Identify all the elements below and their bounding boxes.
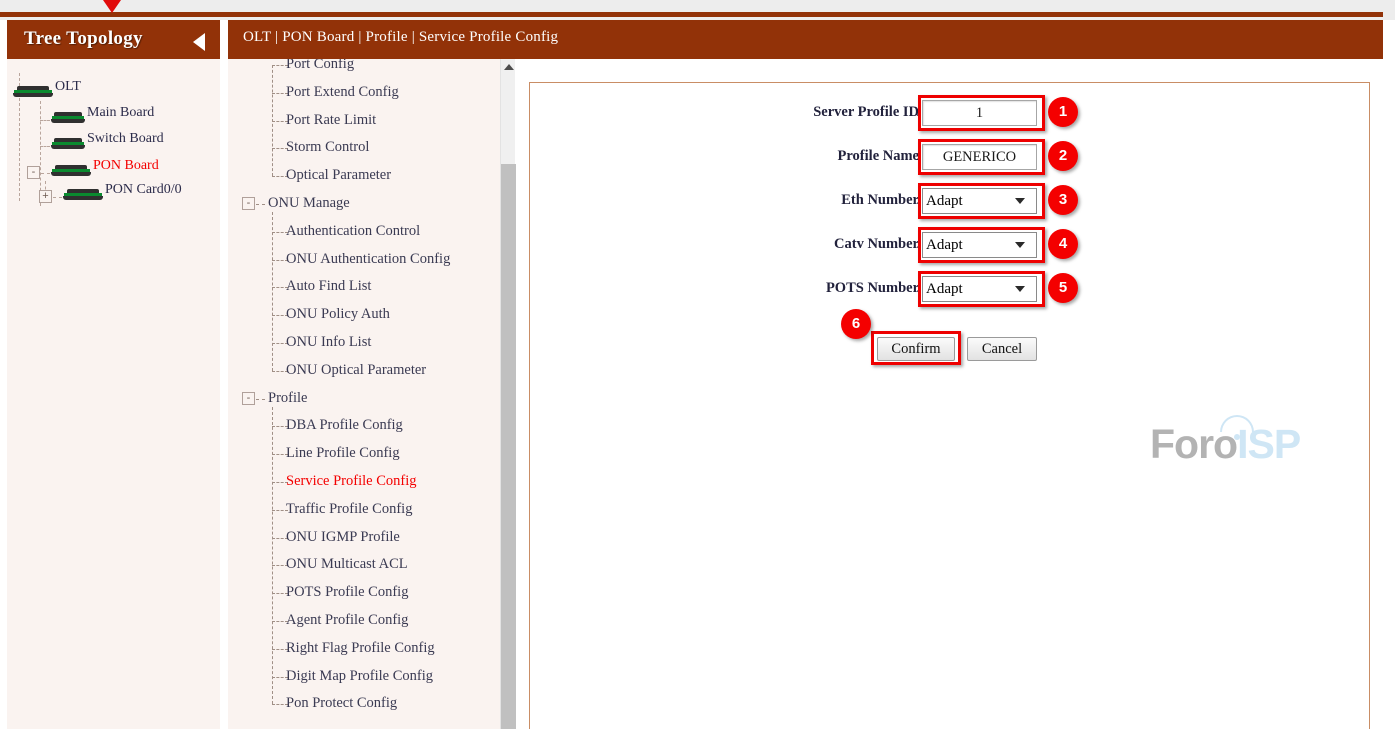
nav-spine [272, 65, 273, 177]
tree-node-pon-board[interactable]: PON Board [51, 158, 159, 183]
breadcrumb: OLT | PON Board | Profile | Service Prof… [243, 29, 559, 45]
foroisp-watermark: ForoISP [1150, 415, 1310, 469]
step-badge-1: 1 [1048, 97, 1078, 127]
navigation-menu-panel: Port Config Port Extend Config Port Rate L… [228, 59, 512, 729]
cursor-arrow-icon [103, 0, 121, 13]
nav-item-auto-find-list[interactable]: Auto Find List [286, 278, 371, 295]
cancel-button[interactable]: Cancel [967, 337, 1037, 361]
nav-item-port-extend-config[interactable]: Port Extend Config [286, 84, 399, 101]
tree-node-label: OLT [55, 79, 81, 94]
tree-connector [40, 120, 50, 121]
tree-node-switch-board[interactable]: Switch Board [51, 131, 164, 156]
triangle-left-icon[interactable] [193, 33, 205, 51]
board-icon [51, 137, 85, 150]
nav-item-onu-policy-auth[interactable]: ONU Policy Auth [286, 306, 390, 323]
input-profile-name[interactable] [922, 144, 1037, 170]
step-badge-4: 4 [1048, 229, 1078, 259]
form-row-catv-number: Catv Number: Adapt 4 [530, 227, 1130, 263]
nav-connector [256, 398, 265, 400]
tree-topology-panel: Tree Topology OLT Main Board Switch Boar… [7, 20, 220, 729]
step-badge-3: 3 [1048, 185, 1078, 215]
step-badge-2: 2 [1048, 141, 1078, 171]
nav-item-dba-profile-config[interactable]: DBA Profile Config [286, 417, 403, 434]
nav-item-onu-multicast-acl[interactable]: ONU Multicast ACL [286, 556, 408, 573]
nav-item-port-rate-limit[interactable]: Port Rate Limit [286, 112, 376, 129]
top-accent-bar [0, 12, 1383, 17]
form-row-pots-number: POTS Number: Adapt 5 [530, 271, 1130, 307]
tree-node-pon-card[interactable]: PON Card0/0 [63, 182, 182, 207]
nav-item-onu-optical-parameter[interactable]: ONU Optical Parameter [286, 362, 426, 379]
nav-item-optical-parameter[interactable]: Optical Parameter [286, 167, 391, 184]
top-strip-area [0, 0, 1395, 20]
wifi-arc-icon [1220, 415, 1254, 432]
step-badge-6: 6 [841, 309, 871, 339]
wifi-dot-icon [1234, 434, 1240, 440]
tree-expander-pon-card[interactable]: + [39, 190, 52, 203]
nav-spine [272, 212, 273, 371]
tree-expander-pon-board[interactable]: - [27, 166, 40, 179]
nav-expander-onu-manage[interactable]: - [242, 197, 255, 210]
tree-connector [40, 146, 50, 147]
nav-item-port-config[interactable]: Port Config [286, 59, 354, 73]
board-icon [51, 164, 91, 177]
tree-node-label: Switch Board [87, 131, 164, 146]
tree-node-main-board[interactable]: Main Board [51, 105, 154, 130]
nav-item-service-profile-config[interactable]: Service Profile Config [286, 473, 416, 490]
nav-item-agent-profile-config[interactable]: Agent Profile Config [286, 612, 408, 629]
main-header-bar: OLT | PON Board | Profile | Service Prof… [228, 20, 1383, 59]
select-catv-number[interactable]: Adapt [922, 232, 1037, 258]
nav-item-onu-authentication-config[interactable]: ONU Authentication Config [286, 251, 450, 268]
select-pots-number[interactable]: Adapt [922, 276, 1037, 302]
tree-topology-header: Tree Topology [7, 20, 220, 59]
nav-item-pots-profile-config[interactable]: POTS Profile Config [286, 584, 408, 601]
label-catv-number: Catv Number [834, 236, 919, 252]
nav-expander-profile[interactable]: - [242, 391, 255, 405]
nav-group-profile[interactable]: Profile [268, 390, 307, 407]
nav-item-storm-control[interactable]: Storm Control [286, 139, 369, 156]
nav-item-onu-igmp-profile[interactable]: ONU IGMP Profile [286, 529, 400, 546]
nav-connector [256, 204, 265, 205]
tree-node-label: PON Board [93, 158, 159, 173]
form-row-server-profile-id: Server Profile ID:1 [530, 95, 1130, 131]
nav-spine [272, 406, 273, 705]
tree-connector [53, 197, 62, 198]
nav-item-digit-map-profile-config[interactable]: Digit Map Profile Config [286, 668, 433, 685]
board-icon [51, 111, 85, 124]
label-server-profile-id: Server Profile ID [813, 104, 919, 120]
triangle-up-icon[interactable] [504, 64, 514, 70]
confirm-button[interactable]: Confirm [877, 337, 955, 361]
form-row-profile-name: Profile Name:2 [530, 139, 1130, 175]
tree-node-label: Main Board [87, 105, 155, 120]
nav-item-line-profile-config[interactable]: Line Profile Config [286, 445, 400, 462]
label-pots-number: POTS Number [825, 280, 919, 296]
board-icon [63, 188, 103, 201]
nav-item-right-flag-profile-config[interactable]: Right Flag Profile Config [286, 640, 435, 657]
nav-item-traffic-profile-config[interactable]: Traffic Profile Config [286, 501, 412, 518]
tree-connector [41, 173, 50, 174]
nav-item-authentication-control[interactable]: Authentication Control [286, 223, 420, 240]
form-row-eth-number: Eth Number: Adapt 3 [530, 183, 1130, 219]
nav-group-onu-manage[interactable]: ONU Manage [268, 195, 350, 212]
tree-topology-title: Tree Topology [24, 28, 143, 49]
board-icon [13, 85, 53, 98]
tree-node-olt[interactable]: OLT [13, 79, 81, 104]
navigation-scrollbar-thumb[interactable] [501, 164, 516, 729]
step-badge-5: 5 [1048, 273, 1078, 303]
label-eth-number: Eth Number [841, 192, 919, 208]
nav-item-onu-info-list[interactable]: ONU Info List [286, 334, 371, 351]
navigation-scrollbar[interactable] [500, 59, 516, 729]
label-profile-name: Profile Name [837, 148, 919, 164]
nav-item-pon-protect-config[interactable]: Pon Protect Config [286, 695, 397, 712]
content-panel: ForoISP Server Profile ID:1 Profile Name:… [529, 82, 1370, 729]
tree-topology-body: OLT Main Board Switch Board - PON Board … [7, 59, 220, 729]
input-server-profile-id[interactable] [922, 100, 1037, 126]
tree-node-label: PON Card0/0 [105, 182, 182, 197]
select-eth-number[interactable]: Adapt [922, 188, 1037, 214]
